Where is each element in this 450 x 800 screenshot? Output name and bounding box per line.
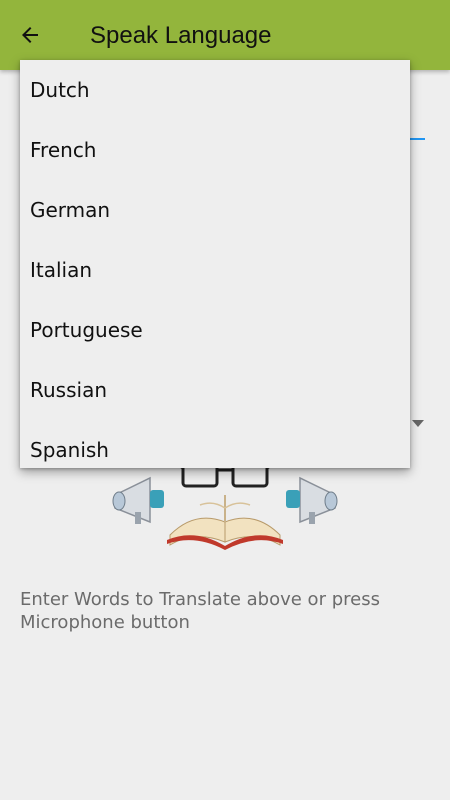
- dropdown-item-spanish[interactable]: Spanish: [20, 420, 410, 468]
- back-button[interactable]: [10, 15, 50, 55]
- dropdown-item-german[interactable]: German: [20, 180, 410, 240]
- right-megaphone-icon: [286, 476, 338, 524]
- open-book-icon: [167, 495, 283, 550]
- page-title: Speak Language: [90, 22, 272, 49]
- dropdown-item-dutch[interactable]: Dutch: [20, 60, 410, 120]
- screen: Speak Language Enter Words to Translate …: [0, 0, 450, 800]
- dropdown-item-portuguese[interactable]: Portuguese: [20, 300, 410, 360]
- spinner-arrow-icon[interactable]: [412, 420, 424, 427]
- left-megaphone-icon: [112, 476, 164, 524]
- hint-text: Enter Words to Translate above or press …: [20, 589, 380, 633]
- speaker-book-illustration: [112, 462, 338, 550]
- arrow-back-icon: [22, 27, 38, 43]
- dropdown-item-russian[interactable]: Russian: [20, 360, 410, 420]
- dropdown-item-italian[interactable]: Italian: [20, 240, 410, 300]
- language-dropdown: Dutch French German Italian Portuguese R…: [20, 60, 410, 468]
- dropdown-item-french[interactable]: French: [20, 120, 410, 180]
